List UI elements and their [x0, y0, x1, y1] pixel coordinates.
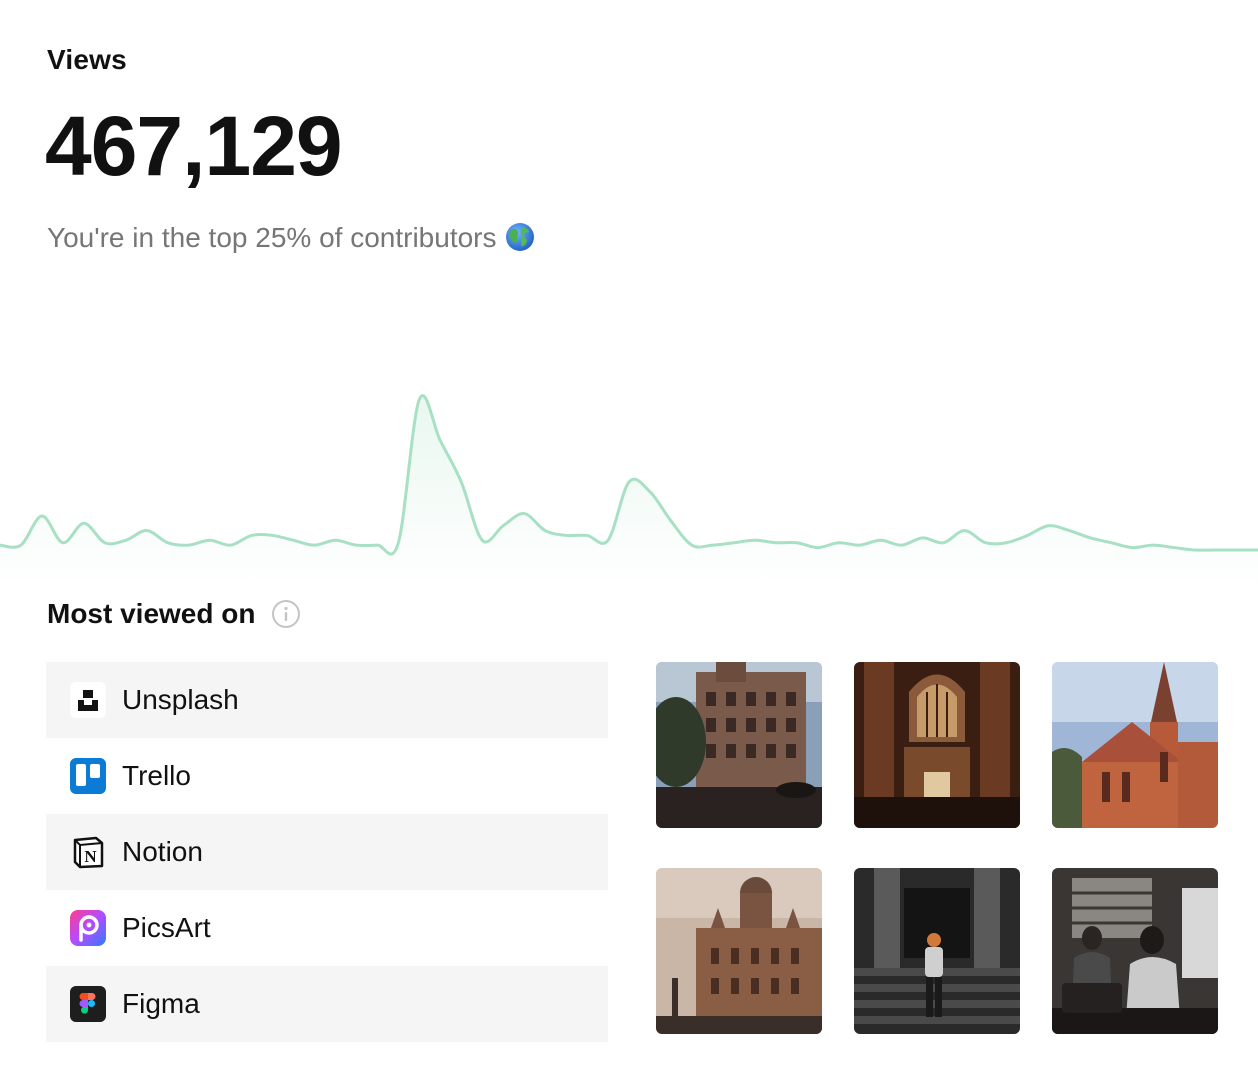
views-count: 467,129 — [45, 99, 343, 193]
chart-area — [0, 395, 1258, 590]
app-row-unsplash[interactable]: Unsplash — [46, 662, 608, 738]
app-row-trello[interactable]: Trello — [46, 738, 608, 814]
photo-church-spire-image — [1052, 662, 1218, 828]
app-row-notion[interactable]: N Notion — [46, 814, 608, 890]
views-chart — [0, 394, 1258, 590]
photo-train-passengers[interactable] — [1052, 868, 1218, 1034]
photo-person-on-stairs-image — [854, 868, 1020, 1034]
photo-colonial-building[interactable] — [656, 662, 822, 828]
svg-text:N: N — [84, 847, 97, 866]
app-list: Unsplash Trello N Notion PicsArt Figma — [46, 662, 608, 1042]
app-name: Figma — [122, 988, 200, 1019]
contributor-rank-text: You're in the top 25% of contributors — [47, 222, 535, 254]
app-row-picsart[interactable]: PicsArt — [46, 890, 608, 966]
most-viewed-label: Most viewed on — [47, 598, 256, 629]
contributor-rank-label: You're in the top 25% of contributors — [47, 222, 497, 253]
photo-train-passengers-image — [1052, 868, 1218, 1034]
photo-domed-building-image — [656, 868, 822, 1034]
app-name: Trello — [122, 760, 191, 791]
notion-icon: N — [73, 836, 104, 869]
unsplash-icon — [70, 682, 106, 718]
photo-grid — [656, 662, 1218, 1034]
page-title: Views — [47, 44, 127, 75]
photo-church-spire[interactable] — [1052, 662, 1218, 828]
photo-colonial-building-image — [656, 662, 822, 828]
photo-cathedral-interior-image — [854, 662, 1020, 828]
trello-icon — [70, 758, 106, 794]
app-row-figma[interactable]: Figma — [46, 966, 608, 1042]
app-name: Unsplash — [122, 684, 239, 715]
most-viewed-title: Most viewed on — [47, 598, 301, 630]
info-icon[interactable] — [271, 599, 301, 629]
picsart-icon — [70, 910, 106, 946]
photo-cathedral-interior[interactable] — [854, 662, 1020, 828]
figma-icon — [70, 986, 106, 1022]
photo-domed-building[interactable] — [656, 868, 822, 1034]
photo-person-on-stairs[interactable] — [854, 868, 1020, 1034]
app-name: PicsArt — [122, 912, 211, 943]
globe-icon — [505, 223, 534, 251]
app-name: Notion — [122, 836, 203, 867]
